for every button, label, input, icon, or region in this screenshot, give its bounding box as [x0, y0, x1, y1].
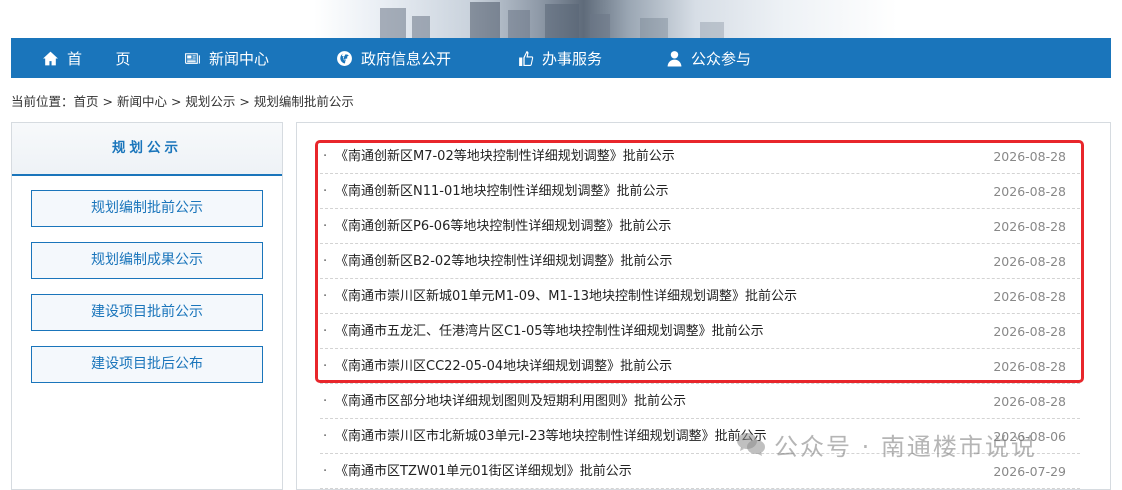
breadcrumb-separator: >: [166, 94, 186, 109]
breadcrumb-separator: >: [98, 94, 117, 109]
list-item-title[interactable]: 《南通创新区M7-02等地块控制性详细规划调整》批前公示: [335, 139, 675, 174]
list-item[interactable]: · 《南通市崇川区CC22-05-04地块详细规划调整》批前公示 2026-08-2…: [320, 349, 1080, 384]
nav-home-label: 首 页: [67, 49, 139, 68]
bullet: ·: [323, 464, 328, 479]
list-item-title[interactable]: 《南通市崇川区新城01单元M1-09、M1-13地块控制性详细规划调整》批前公示: [335, 279, 797, 314]
list-item-title[interactable]: 《南通市区部分地块详细规划图则及短期利用图则》批前公示: [335, 384, 686, 419]
list-item-title[interactable]: 《南通市五龙汇、任港湾片区C1-05等地块控制性详细规划调整》批前公示: [335, 314, 764, 349]
list-item-date: 2026-08-28: [993, 219, 1066, 234]
list-item[interactable]: · 《南通市区部分地块详细规划图则及短期利用图则》批前公示 2026-08-28: [320, 384, 1080, 419]
sidebar-title: 规划公示: [12, 123, 282, 176]
nav-service[interactable]: 办事服务: [516, 38, 602, 78]
home-icon: [41, 49, 59, 67]
list-item-date: 2026-08-28: [993, 254, 1066, 269]
banner-building: [380, 8, 406, 38]
bullet: ·: [323, 289, 328, 304]
notice-list: · 《南通创新区M7-02等地块控制性详细规划调整》批前公示 2026-08-28 …: [320, 139, 1080, 489]
nav-public-label: 公众参与: [691, 49, 752, 68]
list-item-date: 2026-08-28: [993, 289, 1066, 304]
list-item[interactable]: · 《南通市崇川区新城01单元M1-09、M1-13地块控制性详细规划调整》批前公…: [320, 279, 1080, 314]
nav-gov-info[interactable]: 政府信息公开: [335, 38, 451, 78]
sidebar-item-project-pre-approval[interactable]: 建设项目批前公示: [31, 294, 263, 331]
list-item-date: 2026-08-28: [993, 324, 1066, 339]
nav-gov-label: 政府信息公开: [361, 49, 452, 68]
main-nav: 首 页 新闻中心 政府信息公开 办事服务 公众参与: [11, 38, 1111, 78]
list-item-date: 2026-08-28: [993, 149, 1066, 164]
list-item[interactable]: · 《南通创新区M7-02等地块控制性详细规划调整》批前公示 2026-08-28: [320, 139, 1080, 174]
banner-building: [545, 4, 579, 38]
breadcrumb: 当前位置：首页 > 新闻中心 > 规划公示 > 规划编制批前公示: [11, 93, 354, 111]
list-item-date: 2026-08-28: [993, 359, 1066, 374]
list-item-title[interactable]: 《南通市崇川区市北新城03单元I-23等地块控制性详细规划调整》批前公示: [335, 419, 767, 454]
list-item[interactable]: · 《南通创新区N11-01地块控制性详细规划调整》批前公示 2026-08-28: [320, 174, 1080, 209]
breadcrumb-item[interactable]: 规划公示: [185, 94, 235, 109]
sidebar-item-plan-results[interactable]: 规划编制成果公示: [31, 242, 263, 279]
list-item[interactable]: · 《南通创新区B2-02等地块控制性详细规划调整》批前公示 2026-08-28: [320, 244, 1080, 279]
thumbs-up-icon: [516, 49, 534, 67]
list-item-date: 2026-08-28: [993, 394, 1066, 409]
nav-service-label: 办事服务: [542, 49, 603, 68]
list-item[interactable]: · 《南通市区TZW01单元01街区详细规划》批前公示 2026-07-29: [320, 454, 1080, 489]
bullet: ·: [323, 394, 328, 409]
list-item-title[interactable]: 《南通创新区B2-02等地块控制性详细规划调整》批前公示: [335, 244, 672, 279]
bullet: ·: [323, 359, 328, 374]
user-icon: [665, 49, 683, 67]
banner-building: [470, 2, 500, 38]
list-item-title[interactable]: 《南通创新区P6-06等地块控制性详细规划调整》批前公示: [335, 209, 671, 244]
globe-icon: [335, 49, 353, 67]
breadcrumb-separator: >: [235, 94, 254, 109]
sidebar-item-project-post-approval[interactable]: 建设项目批后公布: [31, 346, 263, 383]
sidebar-item-plan-pre-approval[interactable]: 规划编制批前公示: [31, 190, 263, 227]
bullet: ·: [323, 324, 328, 339]
breadcrumb-item[interactable]: 首页: [74, 94, 99, 109]
breadcrumb-prefix: 当前位置：: [11, 94, 74, 109]
list-item-title[interactable]: 《南通市区TZW01单元01街区详细规划》批前公示: [335, 454, 632, 489]
banner-building: [640, 18, 668, 38]
list-item[interactable]: · 《南通市崇川区市北新城03单元I-23等地块控制性详细规划调整》批前公示 202…: [320, 419, 1080, 454]
bullet: ·: [323, 254, 328, 269]
banner-building: [412, 16, 430, 38]
breadcrumb-current: 规划编制批前公示: [253, 94, 354, 109]
bullet: ·: [323, 429, 328, 444]
list-item[interactable]: · 《南通创新区P6-06等地块控制性详细规划调整》批前公示 2026-08-28: [320, 209, 1080, 244]
list-item-date: 2026-08-28: [993, 184, 1066, 199]
list-item-date: 2026-08-06: [993, 429, 1066, 444]
sidebar: 规划公示 规划编制批前公示 规划编制成果公示 建设项目批前公示 建设项目批后公布: [11, 122, 283, 490]
nav-news[interactable]: 新闻中心: [183, 38, 269, 78]
list-item[interactable]: · 《南通市五龙汇、任港湾片区C1-05等地块控制性详细规划调整》批前公示 2026…: [320, 314, 1080, 349]
header-banner: [0, 0, 1122, 38]
bullet: ·: [323, 219, 328, 234]
notice-list-panel: · 《南通创新区M7-02等地块控制性详细规划调整》批前公示 2026-08-28 …: [296, 122, 1111, 490]
nav-public[interactable]: 公众参与: [665, 38, 751, 78]
banner-building: [508, 10, 530, 38]
bullet: ·: [323, 184, 328, 199]
list-item-title[interactable]: 《南通市崇川区CC22-05-04地块详细规划调整》批前公示: [335, 349, 672, 384]
breadcrumb-item[interactable]: 新闻中心: [117, 94, 167, 109]
bullet: ·: [323, 149, 328, 164]
nav-news-label: 新闻中心: [209, 49, 270, 68]
banner-building: [700, 22, 724, 38]
list-item-date: 2026-07-29: [993, 464, 1066, 479]
banner-building: [590, 14, 610, 38]
nav-home[interactable]: 首 页: [41, 38, 139, 78]
list-item-title[interactable]: 《南通创新区N11-01地块控制性详细规划调整》批前公示: [335, 174, 669, 209]
newspaper-icon: [183, 49, 201, 67]
